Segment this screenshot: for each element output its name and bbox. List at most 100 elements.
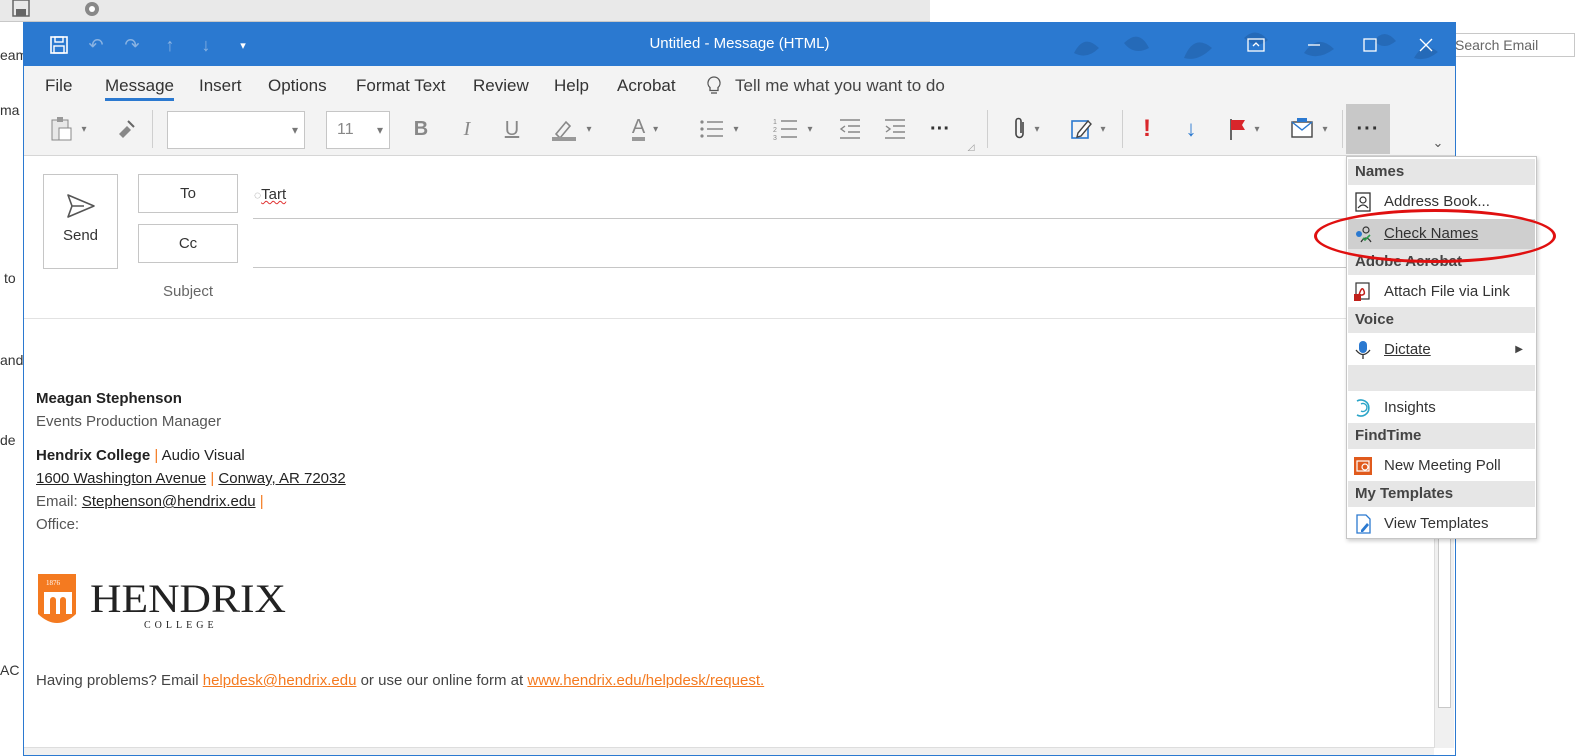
decrease-indent-icon[interactable]: [836, 114, 864, 144]
tell-me-search[interactable]: Tell me what you want to do: [735, 76, 945, 96]
logo-wordmark: HENDRIX: [90, 576, 286, 621]
font-name-combo[interactable]: ▾: [167, 111, 305, 149]
minimize-icon[interactable]: [1302, 33, 1326, 57]
menu-section-voice: Voice: [1348, 307, 1535, 333]
font-size-combo[interactable]: 11 ▾: [326, 111, 390, 149]
ribbon-display-options-icon[interactable]: [1244, 33, 1268, 57]
search-email-input[interactable]: Search Email: [1448, 33, 1575, 57]
helpdesk-url-link[interactable]: www.hendrix.edu/helpdesk/request.: [527, 672, 764, 689]
delay-delivery-button[interactable]: ▾: [1282, 114, 1336, 144]
ribbon-toolbar: ▾ ▾ 11 ▾ B I U ▾ A ▾ ▾ 1 2 3 ▾ ··· ◿ ▾ ▾ ! ↓ …: [24, 102, 1455, 156]
to-input[interactable]: ◌Tart: [254, 186, 286, 203]
menu-item-attach-file-via-link[interactable]: Attach File via Link: [1348, 277, 1535, 307]
font-color-button[interactable]: A ▾: [618, 114, 672, 144]
cc-field-line: [253, 267, 1353, 268]
signature-button[interactable]: ▾: [1064, 114, 1112, 144]
window-title: Untitled - Message (HTML): [649, 35, 830, 52]
menu-item-dictate[interactable]: Dictate ▶: [1348, 335, 1535, 365]
title-bar: ↶ ↷ ↑ ↓ ▾ Untitled - Message (HTML): [24, 23, 1455, 66]
horizontal-scrollbar[interactable]: [24, 747, 1434, 755]
italic-button[interactable]: I: [454, 114, 480, 144]
envelope-clock-icon: [1291, 118, 1314, 138]
office-label: Office:: [36, 516, 80, 533]
menu-item-new-meeting-poll[interactable]: New Meeting Poll: [1348, 451, 1535, 481]
insights-icon: [1356, 399, 1370, 417]
collapse-ribbon-icon[interactable]: ⌄: [1428, 128, 1448, 158]
more-formatting-button[interactable]: ···: [926, 114, 954, 144]
tab-help[interactable]: Help: [554, 76, 589, 96]
tab-review[interactable]: Review: [473, 76, 529, 96]
submenu-arrow-icon: ▶: [1515, 344, 1523, 355]
svg-text:1: 1: [773, 119, 777, 126]
numbered-list-icon: 123: [773, 119, 798, 141]
underline-button[interactable]: U: [499, 114, 525, 144]
help-line: Having problems? Email helpdesk@hendrix.…: [36, 672, 764, 689]
tab-file[interactable]: File: [45, 76, 72, 96]
send-button[interactable]: Send: [43, 174, 118, 269]
helpdesk-email-link[interactable]: helpdesk@hendrix.edu: [203, 672, 357, 689]
menu-section-blank: [1348, 365, 1535, 391]
separator: |: [210, 470, 215, 487]
address-street-link[interactable]: 1600 Washington Avenue: [36, 470, 206, 487]
separator: |: [154, 447, 159, 464]
menu-item-insights[interactable]: Insights: [1348, 393, 1535, 423]
message-window: ↶ ↷ ↑ ↓ ▾ Untitled - Message (HTML) File…: [23, 22, 1456, 756]
help-icon: [85, 2, 99, 16]
highlight-button[interactable]: ▾: [542, 114, 600, 144]
bg-text-fragment: and: [0, 352, 24, 368]
annotation-highlight-ellipse: [1314, 209, 1556, 263]
format-painter-icon[interactable]: [112, 114, 140, 144]
compose-area: Send To Cc ◌Tart Subject Meagan Stephens…: [24, 157, 1455, 755]
bullets-button[interactable]: ▾: [690, 114, 748, 144]
signature-title: Events Production Manager: [36, 413, 222, 430]
bold-button[interactable]: B: [408, 114, 434, 144]
ellipsis-icon: ···: [1356, 117, 1380, 140]
address-city-link[interactable]: Conway, AR 72032: [218, 470, 345, 487]
logo-year: 1876: [46, 579, 61, 587]
tab-format-text[interactable]: Format Text: [356, 76, 445, 96]
signature-org-line: Hendrix College | Audio Visual: [36, 444, 346, 467]
tab-options[interactable]: Options: [268, 76, 327, 96]
templates-icon: [1356, 514, 1371, 534]
signature-pen-icon: [1071, 119, 1093, 139]
lightbulb-icon: [706, 76, 722, 98]
tab-message[interactable]: Message: [105, 76, 174, 101]
help-prefix: Having problems? Email: [36, 672, 199, 689]
meeting-poll-icon: [1354, 457, 1372, 475]
numbering-button[interactable]: 1 2 3 ▾: [764, 114, 822, 144]
menu-item-view-templates[interactable]: View Templates: [1348, 509, 1535, 539]
subject-label: Subject: [163, 283, 214, 300]
increase-indent-icon[interactable]: [881, 114, 909, 144]
cc-button[interactable]: Cc: [138, 224, 238, 263]
logo-subtitle: COLLEGE: [144, 620, 218, 631]
more-commands-button[interactable]: ···: [1346, 104, 1390, 154]
chevron-down-icon: ▾: [291, 123, 298, 137]
message-body[interactable]: Meagan Stephenson Events Production Mana…: [36, 387, 346, 536]
bullet-list-icon: [700, 120, 724, 138]
background-window-toolbar: [0, 0, 930, 22]
tab-acrobat[interactable]: Acrobat: [617, 76, 676, 96]
hendrix-college-logo: 1876 HENDRIX COLLEGE: [38, 574, 286, 631]
highlighter-icon: [552, 120, 577, 141]
tab-insert[interactable]: Insert: [199, 76, 242, 96]
bg-text-fragment: eam: [0, 47, 23, 63]
cc-input[interactable]: [254, 229, 1354, 259]
attach-file-button[interactable]: ▾: [1002, 114, 1050, 144]
signature-email-line: Email: Stephenson@hendrix.edu |: [36, 490, 346, 513]
low-importance-icon[interactable]: ↓: [1178, 114, 1204, 144]
close-icon[interactable]: [1414, 33, 1438, 57]
email-link[interactable]: Stephenson@hendrix.edu: [82, 493, 256, 510]
save-icon: [12, 0, 30, 17]
bg-text-fragment: de: [0, 432, 16, 448]
header-divider: [24, 318, 1436, 319]
maximize-icon[interactable]: [1358, 33, 1382, 57]
to-field-line: [253, 218, 1353, 219]
paste-button[interactable]: ▾: [38, 114, 98, 144]
high-importance-icon[interactable]: !: [1134, 114, 1160, 144]
subject-input[interactable]: [254, 277, 1354, 307]
signature-name: Meagan Stephenson: [36, 390, 182, 407]
signature-org: Hendrix College: [36, 447, 151, 464]
follow-up-button[interactable]: ▾: [1220, 114, 1268, 144]
to-button[interactable]: To: [138, 174, 238, 213]
bg-text-fragment: ma: [0, 102, 20, 118]
